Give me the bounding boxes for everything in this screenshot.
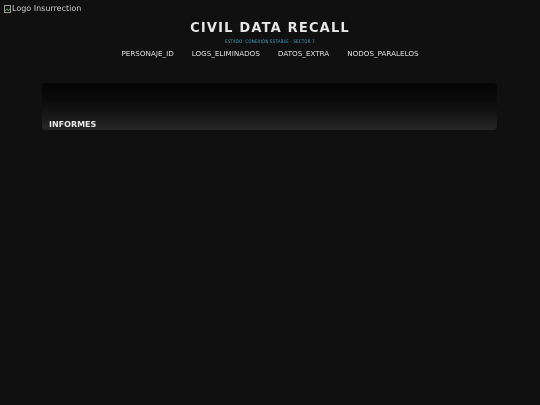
nav-item-personaje-id[interactable]: PERSONAJE_ID (121, 49, 173, 59)
reports-panel: INFORMES (42, 83, 497, 130)
site-title: CIVIL DATA RECALL (190, 21, 350, 36)
broken-image-icon (4, 5, 11, 13)
page: Logo Insurrection CIVIL DATA RECALL ESTA… (0, 0, 540, 405)
main-nav: PERSONAJE_ID LOGS_ELIMINADOS DATOS_EXTRA… (0, 49, 540, 59)
connection-status: ESTADO: CONEXIÓN ESTABLE · SECTOR 7 (225, 39, 315, 44)
nav-item-datos-extra[interactable]: DATOS_EXTRA (278, 49, 329, 59)
logo-alt-text: Logo Insurrection (12, 4, 82, 13)
site-logo[interactable]: Logo Insurrection (4, 4, 81, 14)
nav-item-nodos-paralelos[interactable]: NODOS_PARALELOS (347, 49, 418, 59)
reports-heading: INFORMES (49, 119, 97, 129)
nav-item-logs-eliminados[interactable]: LOGS_ELIMINADOS (192, 49, 260, 59)
